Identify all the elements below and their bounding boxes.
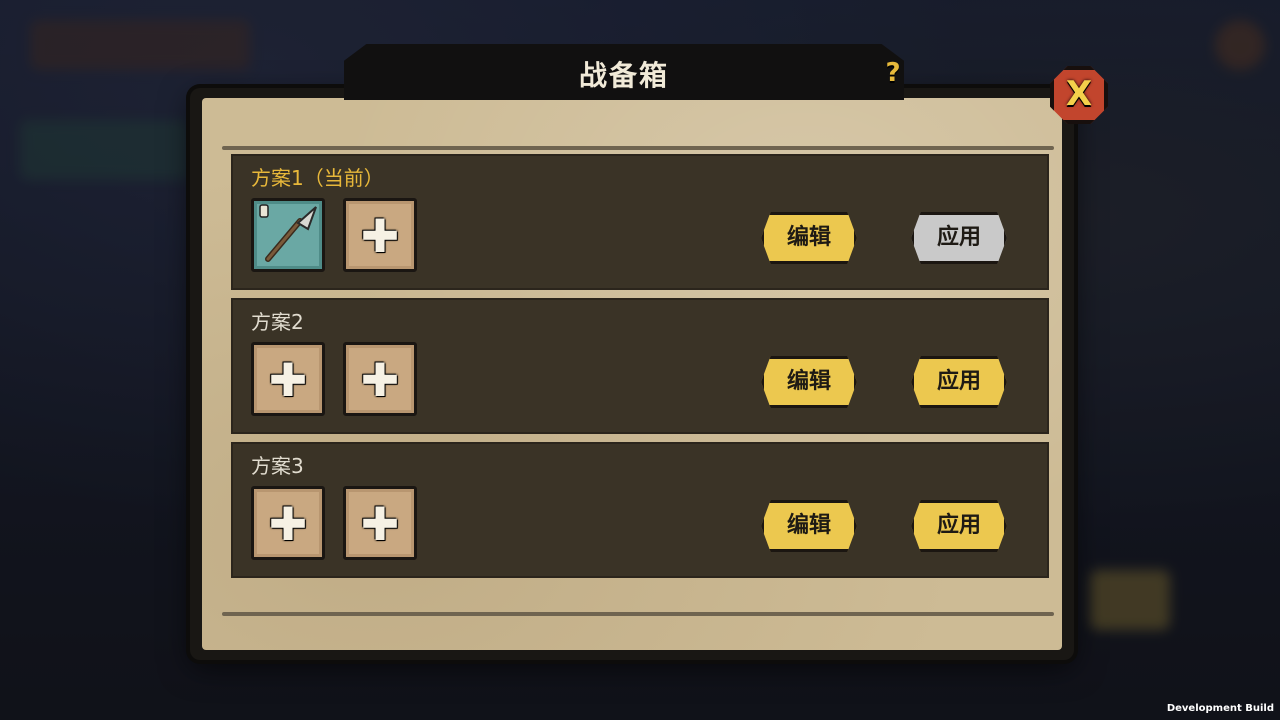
empty-slot[interactable]: ✚ (343, 198, 417, 272)
apply-button[interactable]: 应用 (911, 212, 1007, 264)
help-icon[interactable]: ? (880, 58, 906, 88)
close-icon[interactable]: X (1050, 66, 1108, 124)
plus-icon: ✚ (360, 353, 400, 407)
loadout-dialog: 战备箱 ? X 方案1（当前） ✚ 编辑 应用 方案2 ✚ ✚ 编辑 应用 方案… (176, 40, 1108, 672)
divider-top (222, 146, 1054, 150)
apply-button[interactable]: 应用 (911, 356, 1007, 408)
plan-label: 方案2 (251, 310, 304, 334)
edit-button[interactable]: 编辑 (761, 500, 857, 552)
plus-icon: ✚ (360, 209, 400, 263)
plan-label: 方案1（当前） (251, 166, 384, 190)
plan-row-1: 方案1（当前） ✚ 编辑 应用 (231, 154, 1049, 290)
build-watermark: Development Build (1166, 703, 1274, 714)
plan-label: 方案3 (251, 454, 304, 478)
empty-slot[interactable]: ✚ (343, 486, 417, 560)
plan-row-3: 方案3 ✚ ✚ 编辑 应用 (231, 442, 1049, 578)
edit-button[interactable]: 编辑 (761, 212, 857, 264)
empty-slot[interactable]: ✚ (251, 486, 325, 560)
apply-button[interactable]: 应用 (911, 500, 1007, 552)
plan-row-2: 方案2 ✚ ✚ 编辑 应用 (231, 298, 1049, 434)
divider-bottom (222, 612, 1054, 616)
empty-slot[interactable]: ✚ (251, 342, 325, 416)
plus-icon: ✚ (360, 497, 400, 551)
spear-icon (259, 204, 317, 262)
equipment-slot[interactable] (251, 198, 325, 272)
plus-icon: ✚ (268, 353, 308, 407)
dialog-title: 战备箱 (578, 59, 669, 92)
plus-icon: ✚ (268, 497, 308, 551)
empty-slot[interactable]: ✚ (343, 342, 417, 416)
edit-button[interactable]: 编辑 (761, 356, 857, 408)
